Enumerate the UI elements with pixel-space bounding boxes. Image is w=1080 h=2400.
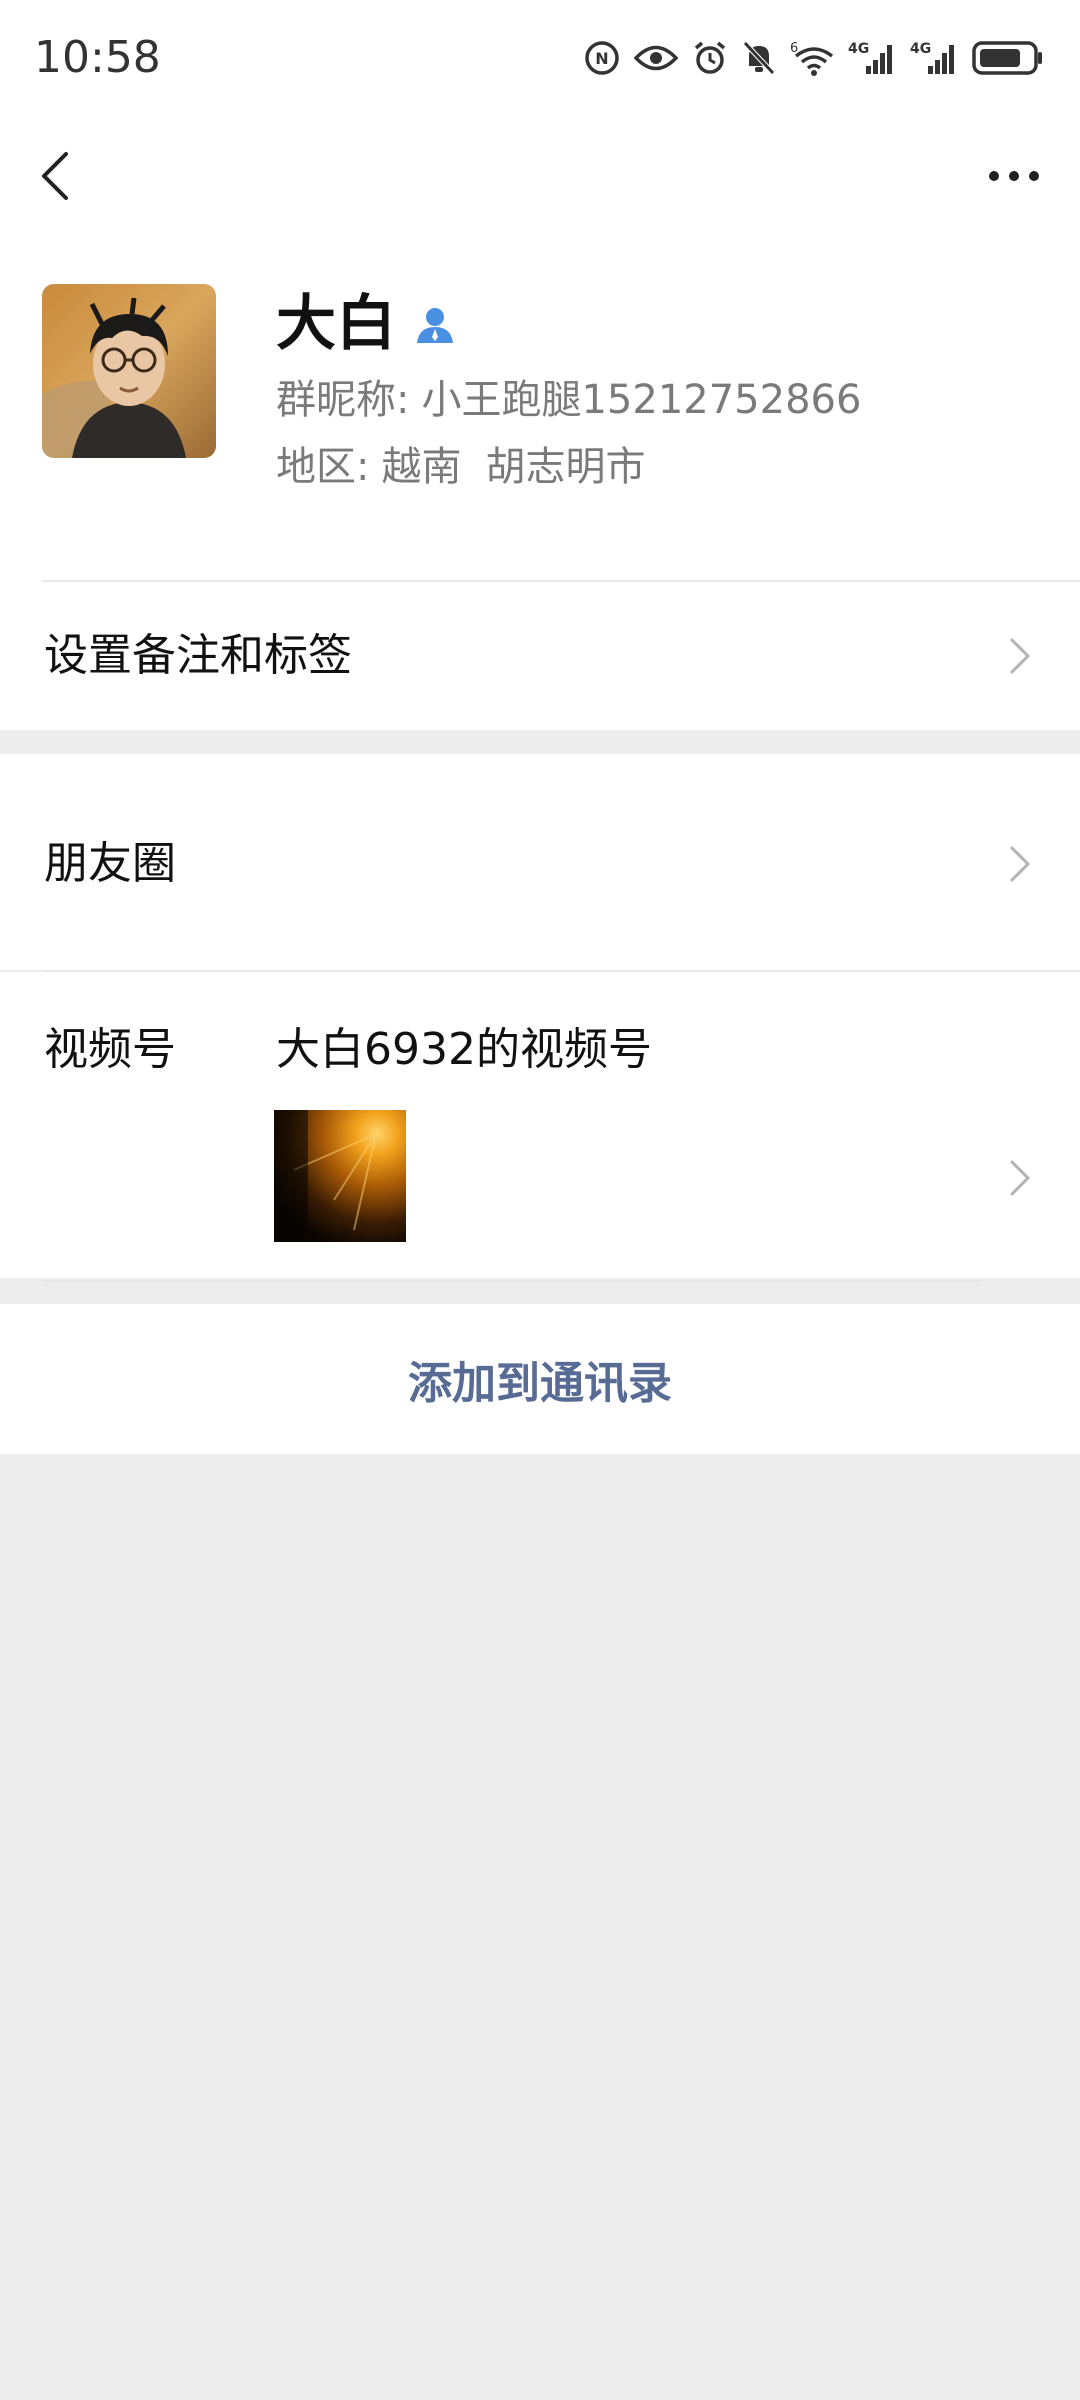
signal-icon: 4G bbox=[848, 40, 896, 76]
chevron-right-icon bbox=[1010, 638, 1030, 674]
group-nickname: 群昵称: 小王跑腿15212752866 bbox=[276, 374, 861, 426]
channels-label: 视频号 bbox=[44, 1024, 176, 1075]
group-nickname-label: 群昵称: bbox=[276, 377, 410, 423]
channels-thumbnail[interactable] bbox=[274, 1110, 406, 1242]
region-label: 地区: bbox=[276, 444, 370, 490]
remark-tags-row[interactable]: 设置备注和标签 bbox=[0, 582, 1080, 730]
group-nickname-value: 小王跑腿15212752866 bbox=[421, 377, 862, 423]
mute-icon bbox=[742, 40, 776, 76]
moments-row[interactable]: 朋友圈 bbox=[0, 754, 1080, 970]
profile-name-row: 大白 bbox=[276, 284, 456, 364]
signal-icon: 4G bbox=[910, 40, 958, 76]
chevron-right-icon bbox=[1010, 1160, 1030, 1196]
chevron-left-icon bbox=[42, 152, 68, 200]
back-button[interactable] bbox=[30, 146, 80, 206]
remark-tags-label: 设置备注和标签 bbox=[44, 630, 352, 681]
status-icons: N 6 4G 4G bbox=[584, 34, 1044, 82]
channels-row[interactable]: 视频号 大白6932的视频号 bbox=[0, 972, 1080, 1278]
channels-name: 大白6932的视频号 bbox=[276, 1024, 652, 1075]
alarm-icon bbox=[692, 40, 728, 76]
status-time: 10:58 bbox=[34, 32, 161, 83]
profile-name: 大白 bbox=[276, 289, 396, 359]
signal-label: 4G bbox=[910, 41, 931, 57]
moments-label: 朋友圈 bbox=[44, 838, 176, 889]
nfc-icon: N bbox=[584, 40, 620, 76]
region: 地区: 越南 胡志明市 bbox=[276, 441, 645, 493]
person-badge-icon bbox=[414, 303, 456, 345]
wifi-icon: 6 bbox=[790, 40, 834, 76]
add-contact-row: 添加到通讯录 bbox=[0, 1304, 1080, 1454]
status-bar: 10:58 N 6 4G 4G bbox=[0, 0, 1080, 118]
region-country: 越南 bbox=[381, 444, 462, 490]
svg-text:N: N bbox=[595, 49, 608, 68]
more-button[interactable] bbox=[986, 158, 1042, 194]
battery-icon bbox=[972, 40, 1044, 76]
divider bbox=[42, 1280, 982, 1282]
signal-label: 4G bbox=[848, 41, 869, 57]
chevron-right-icon bbox=[1010, 846, 1030, 882]
add-to-contacts-button[interactable]: 添加到通讯录 bbox=[0, 1304, 1080, 1454]
region-city: 胡志明市 bbox=[485, 444, 646, 490]
avatar[interactable] bbox=[42, 284, 216, 458]
eye-icon bbox=[634, 43, 678, 73]
more-dots-icon bbox=[989, 171, 1039, 181]
